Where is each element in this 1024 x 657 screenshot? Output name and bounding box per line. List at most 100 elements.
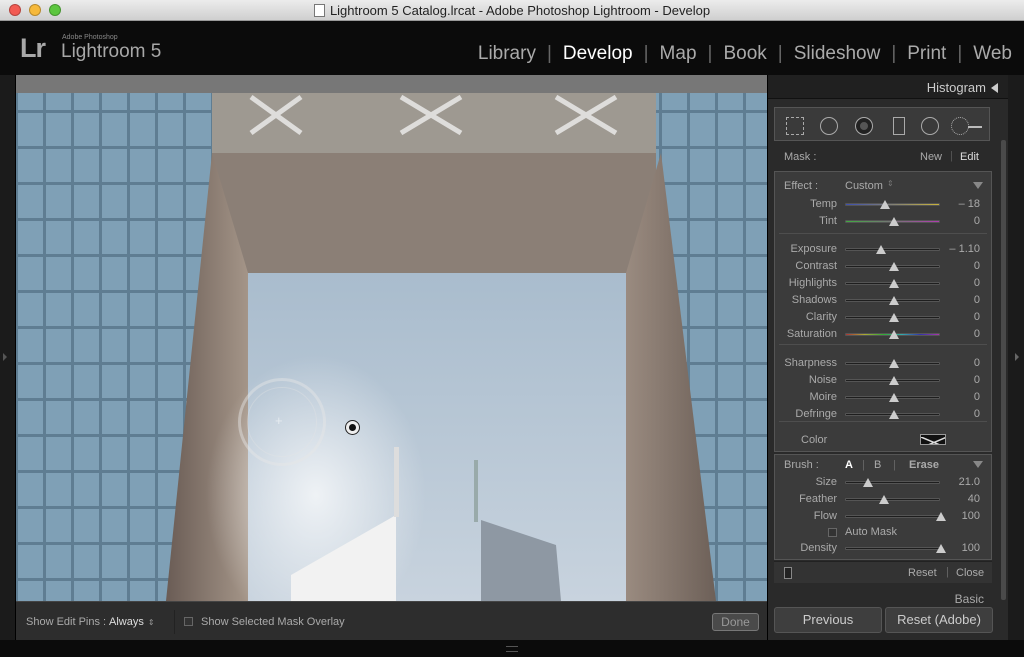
module-web[interactable]: Web [973,43,1012,65]
previous-button[interactable]: Previous [774,607,882,633]
reset-adobe-button[interactable]: Reset (Adobe) [885,607,993,633]
mask-edit-button[interactable]: Edit [960,151,979,163]
tint-slider[interactable] [845,217,940,226]
collapse-triangle-icon[interactable] [991,83,998,93]
module-develop[interactable]: Develop [563,43,633,65]
defringe-value[interactable]: 0 [940,408,980,420]
moire-slider[interactable] [845,393,940,402]
brush-density-value[interactable]: 100 [940,542,980,554]
panel-switch-icon[interactable] [784,567,792,579]
mask-new-button[interactable]: New [920,151,942,163]
effect-collapse-icon[interactable] [973,182,983,189]
done-button[interactable]: Done [712,613,759,631]
module-separator: | [957,43,963,64]
right-edge[interactable] [1008,75,1024,640]
brush-flow-slider[interactable] [845,512,946,521]
slider-thumb[interactable] [888,410,899,419]
module-separator: | [777,43,783,64]
expand-right-icon[interactable] [1015,353,1023,361]
expand-left-panel-icon[interactable] [3,353,11,361]
slider-thumb[interactable] [888,296,899,305]
module-picker: Library | Develop | Map | Book | Slideshow | … [478,43,1012,65]
clarity-slider[interactable] [845,313,940,322]
photo-image[interactable] [16,75,767,601]
brush-flow-value[interactable]: 100 [940,510,980,522]
temp-slider[interactable] [845,200,940,209]
filmstrip-grip-icon[interactable] [506,646,518,652]
slider-thumb[interactable] [888,330,899,339]
brush-size-value[interactable]: 21.0 [940,476,980,488]
auto-mask-checkbox[interactable] [828,528,837,537]
slider-thumb[interactable] [876,245,887,254]
color-swatch[interactable] [920,434,946,445]
slider-thumb[interactable] [888,359,899,368]
brush-size-slider[interactable] [845,478,940,487]
sharpness-value[interactable]: 0 [940,357,980,369]
slider-thumb[interactable] [879,200,890,209]
adjustment-brush-icon[interactable] [951,117,969,135]
module-book[interactable]: Book [723,43,766,65]
brush-b-tab[interactable]: B [874,459,881,471]
brush-erase-tab[interactable]: Erase [909,459,939,471]
saturation-slider[interactable] [845,330,940,339]
module-library[interactable]: Library [478,43,536,65]
mask-reset-bar: Reset | Close [774,561,992,583]
auto-mask-label[interactable]: Auto Mask [845,526,897,538]
clarity-value[interactable]: 0 [940,311,980,323]
document-icon [313,4,325,17]
brush-a-tab[interactable]: A [845,459,853,471]
moire-value[interactable]: 0 [940,391,980,403]
tint-value[interactable]: 0 [940,215,980,227]
brush-feather-slider[interactable] [845,495,940,504]
module-separator: | [891,43,897,64]
mask-overlay-label[interactable]: Show Selected Mask Overlay [201,616,345,628]
contrast-value[interactable]: 0 [940,260,980,272]
sharpness-slider[interactable] [845,359,940,368]
exposure-value[interactable]: – 1.10 [940,243,980,255]
slider-thumb[interactable] [888,393,899,402]
module-map[interactable]: Map [660,43,697,65]
reset-button[interactable]: Reset [908,567,937,579]
highlights-value[interactable]: 0 [940,277,980,289]
slider-thumb[interactable] [888,313,899,322]
left-panel-collapsed[interactable] [0,75,15,640]
saturation-value[interactable]: 0 [940,328,980,340]
shadows-value[interactable]: 0 [940,294,980,306]
red-eye-icon[interactable] [855,117,873,135]
defringe-slider[interactable] [845,410,940,419]
basic-panel-header[interactable]: Basic [768,589,1008,605]
contrast-slider[interactable] [845,262,940,271]
slider-thumb[interactable] [888,279,899,288]
close-button[interactable]: Close [956,567,984,579]
spot-removal-icon[interactable] [820,117,838,135]
panel-scrollbar[interactable] [1001,140,1006,600]
temp-value[interactable]: – 18 [940,198,980,210]
module-slideshow[interactable]: Slideshow [794,43,881,65]
brush-feather-value[interactable]: 40 [940,493,980,505]
radial-filter-icon[interactable] [921,117,939,135]
noise-value[interactable]: 0 [940,374,980,386]
module-print[interactable]: Print [907,43,946,65]
mask-overlay-checkbox[interactable] [184,617,193,626]
brush-collapse-icon[interactable] [973,461,983,468]
exposure-slider[interactable] [845,245,940,254]
contrast-label: Contrast [795,260,837,272]
show-edit-pins-select[interactable]: Always ⇕ [109,616,155,628]
noise-slider[interactable] [845,376,940,385]
crop-overlay-icon[interactable] [786,117,804,135]
brush-density-slider[interactable] [845,544,946,553]
highlights-slider[interactable] [845,279,940,288]
edit-pin[interactable] [345,420,360,435]
histogram-header[interactable]: Histogram [768,75,1008,99]
graduated-filter-icon[interactable] [893,117,905,135]
section-divider [779,344,987,345]
exposure-label: Exposure [790,243,837,255]
effect-preset-select[interactable]: Custom [845,180,883,192]
photo-preview[interactable]: + [16,75,767,601]
slider-thumb[interactable] [888,262,899,271]
slider-thumb[interactable] [888,376,899,385]
slider-thumb[interactable] [879,495,889,504]
shadows-slider[interactable] [845,296,940,305]
slider-thumb[interactable] [862,478,873,487]
slider-thumb[interactable] [888,217,899,226]
